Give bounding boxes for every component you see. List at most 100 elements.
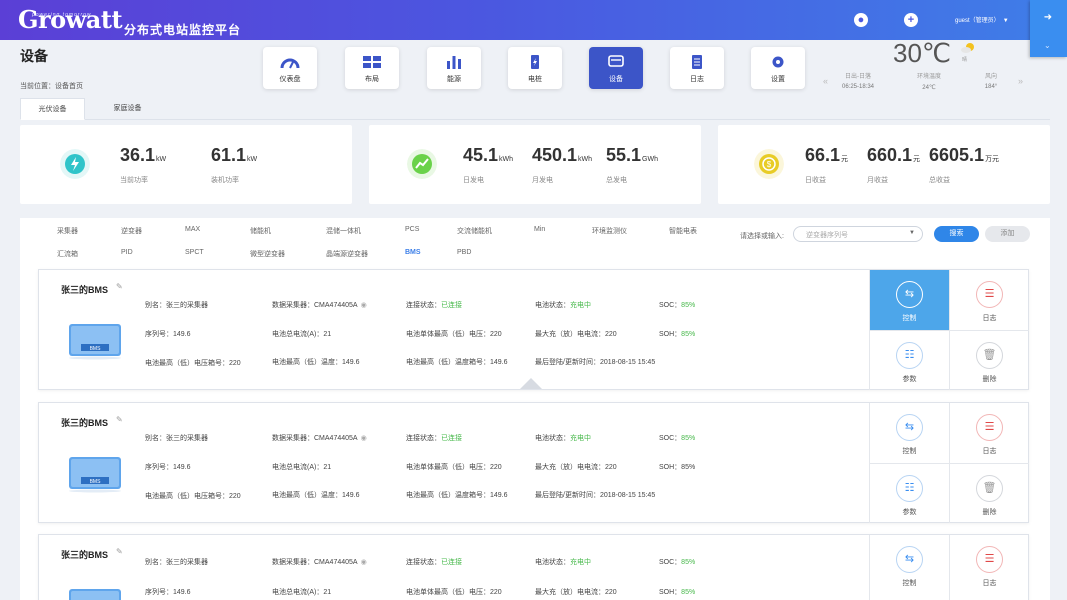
log-icon [692, 55, 702, 69]
device-cell-voltage-box: 电池最高（低）电压箱号：220 [145, 493, 241, 500]
nav-device[interactable]: 设备 [589, 47, 643, 89]
device-collector: 数据采集器：CMA474405A ◉ [272, 557, 367, 567]
device-category-tabs: 光伏设备 家庭设备 [20, 98, 1050, 120]
delete-button[interactable]: 🗑 删除 [949, 330, 1029, 390]
nav-label: 仪表盘 [279, 76, 301, 83]
edit-icon[interactable]: ✎ [116, 282, 123, 291]
stat-label: 月收益 [867, 177, 888, 184]
device-soh: SOH：85% [659, 329, 695, 339]
serial-select[interactable]: 逆变器序列号 ▼ [793, 226, 923, 242]
filter-smart-meter[interactable]: 智能电表 [669, 226, 697, 236]
filter-inverter[interactable]: 逆变器 [121, 226, 142, 236]
expand-caret-icon[interactable] [520, 378, 542, 389]
stat-label: 装机功率 [211, 177, 239, 184]
control-button[interactable]: ⇆ 控制 [869, 535, 949, 600]
stat-label: 当前功率 [120, 177, 148, 184]
chevron-right-icon[interactable]: » [1018, 76, 1023, 86]
collector-text: 数据采集器：CMA474405A [272, 302, 358, 309]
device-serial: 序列号：149.6 [145, 464, 191, 471]
filter-env-monitor[interactable]: 环境监测仪 [592, 226, 627, 236]
total-generation: 55.1GWh 总发电 [606, 145, 658, 185]
stat-unit: 元 [913, 156, 921, 163]
nav-energy[interactable]: 能源 [427, 47, 481, 89]
wind-direction: 风向 184° [980, 71, 1002, 90]
tab-pv-device[interactable]: 光伏设备 [20, 98, 85, 120]
device-max-min-temp: 电池最高（低）温度：149.6 [272, 359, 360, 366]
chevron-down-icon[interactable]: ⌄ [1044, 41, 1051, 50]
breadcrumb: 当前位置：设备首页 [20, 83, 83, 90]
params-button[interactable]: ☷ 参数 [869, 330, 949, 390]
nav-charging-pile[interactable]: 电桩 [508, 47, 562, 89]
filter-collector[interactable]: 采集器 [57, 226, 78, 236]
filter-crystal-inverter[interactable]: 晶端源逆变器 [326, 249, 368, 259]
device-total-current: 电池总电流(A)：21 [272, 464, 332, 471]
search-icon[interactable]: ● [854, 13, 868, 27]
monthly-revenue: 660.1元 月收益 [867, 145, 920, 185]
filter-pcs[interactable]: PCS [405, 226, 419, 233]
tab-home-device[interactable]: 家庭设备 [100, 98, 155, 120]
platform-title: 分布式电站监控平台 [124, 23, 242, 37]
solar-panel-icon [363, 56, 381, 68]
filter-hybrid[interactable]: 混储一体机 [326, 226, 361, 236]
log-label: 日志 [982, 580, 997, 587]
filter-min[interactable]: Min [534, 226, 545, 233]
control-button[interactable]: ⇆ 控制 [869, 270, 949, 330]
device-total-current: 电池总电流(A)：21 [272, 331, 332, 338]
control-label: 控制 [902, 315, 917, 322]
edit-icon[interactable]: ✎ [116, 547, 123, 556]
filter-spct[interactable]: SPCT [185, 249, 204, 256]
charging-pile-icon [531, 55, 539, 69]
conn-value: 已连接 [441, 435, 462, 442]
user-menu[interactable]: guest（管理员） ▼ [955, 15, 1009, 24]
nav-dashboard[interactable]: 仪表盘 [263, 47, 317, 89]
log-button[interactable]: ☰ 日志 [949, 270, 1029, 330]
add-button[interactable]: 添加 [985, 226, 1030, 242]
filter-max[interactable]: MAX [185, 226, 200, 233]
installed-power: 61.1kW 装机功率 [211, 145, 257, 185]
delete-label: 删除 [982, 376, 997, 383]
log-button[interactable]: ☰ 日志 [949, 535, 1029, 600]
eye-icon[interactable]: ◉ [361, 558, 367, 566]
device-soc: SOC：85% [659, 300, 695, 310]
battery-status: 电池状态：充电中 [535, 300, 591, 310]
nav-log[interactable]: 日志 [670, 47, 724, 89]
delete-label: 删除 [982, 509, 997, 516]
filter-pbd[interactable]: PBD [457, 249, 471, 256]
stat-unit: 万元 [985, 156, 1000, 163]
logout-icon[interactable]: ➜ [1043, 13, 1053, 23]
device-soh: SOH：85% [659, 462, 695, 472]
connection-status: 连接状态：已连接 [406, 300, 462, 310]
wind-label: 风向 [984, 74, 997, 80]
ambient-temperature: 环境温度 24℃ [915, 71, 943, 91]
nav-layout[interactable]: 布局 [345, 47, 399, 89]
delete-button[interactable]: 🗑 删除 [949, 463, 1029, 523]
daily-generation: 45.1kWh 日发电 [463, 145, 513, 185]
control-button[interactable]: ⇆ 控制 [869, 403, 949, 463]
eye-icon[interactable]: ◉ [361, 434, 367, 442]
monthly-generation: 450.1kWh 月发电 [532, 145, 592, 185]
filter-combiner-box[interactable]: 汇流箱 [57, 249, 78, 259]
sliders-icon: ⇆ [896, 281, 923, 308]
device-badge: BMS [90, 479, 102, 485]
filter-ac-storage[interactable]: 交流储能机 [457, 226, 492, 236]
params-button[interactable]: ☷ 参数 [869, 463, 949, 523]
nav-settings[interactable]: 设置 [751, 47, 805, 89]
filter-storage[interactable]: 储能机 [250, 226, 271, 236]
chevron-left-icon[interactable]: « [823, 76, 828, 86]
temperature: 30℃ [893, 38, 952, 68]
nav-label: 布局 [365, 76, 379, 83]
wind-value: 184° [984, 84, 998, 90]
search-button[interactable]: 搜索 [934, 226, 979, 242]
grid-list-icon: ☷ [896, 475, 923, 502]
side-quick-panel[interactable]: ➜ ⌄ [1030, 0, 1067, 57]
nav-label: 电桩 [528, 76, 542, 83]
filter-bms[interactable]: BMS [405, 249, 421, 256]
edit-icon[interactable]: ✎ [116, 415, 123, 424]
filter-micro-inverter[interactable]: 微型逆变器 [250, 249, 285, 259]
add-circle-icon[interactable]: + [904, 13, 918, 27]
soh-value: 85% [681, 589, 696, 596]
stat-label: 日收益 [805, 177, 826, 184]
log-button[interactable]: ☰ 日志 [949, 403, 1029, 463]
filter-pid[interactable]: PID [121, 249, 133, 256]
eye-icon[interactable]: ◉ [361, 301, 367, 309]
